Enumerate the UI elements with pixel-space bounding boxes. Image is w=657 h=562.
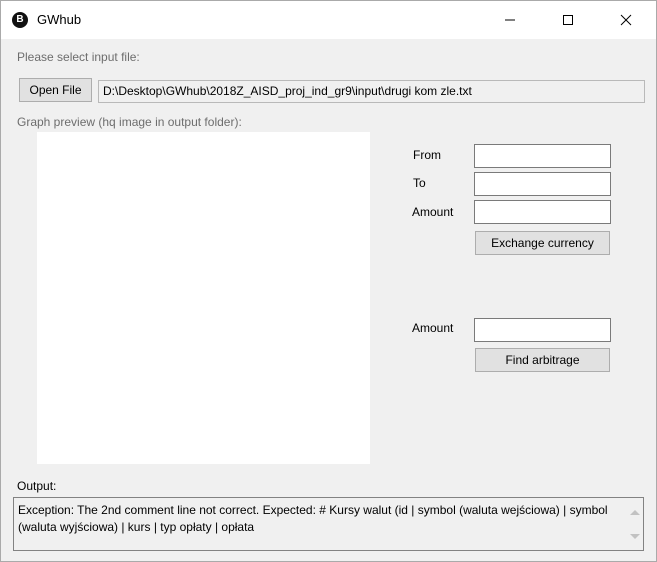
close-icon: [620, 14, 632, 26]
scroll-down-icon[interactable]: [630, 534, 640, 539]
open-file-button[interactable]: Open File: [19, 78, 92, 102]
output-label: Output:: [17, 479, 57, 493]
graph-preview-label: Graph preview (hq image in output folder…: [17, 115, 242, 129]
close-button[interactable]: [603, 1, 649, 39]
bitcoin-icon: B: [12, 12, 28, 28]
output-scrollbar[interactable]: [626, 498, 643, 550]
arbitrage-amount-input[interactable]: [474, 318, 611, 342]
from-input[interactable]: [474, 144, 611, 168]
title-bar[interactable]: B GWhub: [1, 1, 656, 39]
exchange-amount-input[interactable]: [474, 200, 611, 224]
from-label: From: [413, 148, 441, 162]
minimize-button[interactable]: [487, 1, 533, 39]
output-text: Exception: The 2nd comment line not corr…: [18, 503, 608, 534]
to-label: To: [413, 176, 426, 190]
maximize-button[interactable]: [545, 1, 591, 39]
select-input-label: Please select input file:: [17, 50, 140, 64]
graph-preview-image: [37, 132, 370, 464]
minimize-icon: [505, 19, 515, 21]
main-window: B GWhub Please select input file: Open F…: [0, 0, 657, 562]
amount-label: Amount: [412, 205, 454, 219]
to-input[interactable]: [474, 172, 611, 196]
arbitrage-amount-label: Amount: [412, 321, 454, 335]
find-arbitrage-button[interactable]: Find arbitrage: [475, 348, 610, 372]
maximize-icon: [563, 15, 573, 25]
window-title: GWhub: [37, 12, 82, 27]
scroll-up-icon[interactable]: [630, 510, 640, 515]
output-textbox[interactable]: Exception: The 2nd comment line not corr…: [13, 497, 644, 551]
file-path-field[interactable]: D:\Desktop\GWhub\2018Z_AISD_proj_ind_gr9…: [98, 80, 645, 103]
exchange-currency-button[interactable]: Exchange currency: [475, 231, 610, 255]
